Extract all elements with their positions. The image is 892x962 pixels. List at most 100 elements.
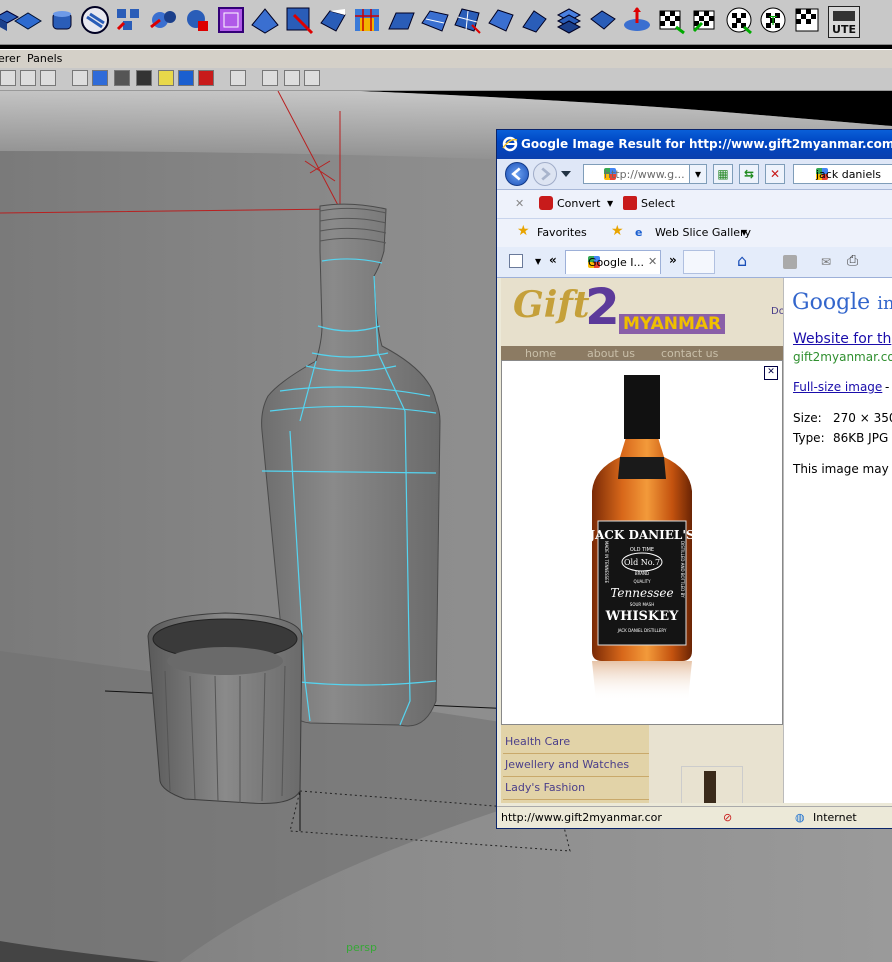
- ie-navigation-bar: http://www.g... ▾ ▦ ⇆ ✕ jack daniels: [497, 159, 892, 190]
- product-thumbnail[interactable]: [681, 766, 743, 803]
- poke-icon[interactable]: [588, 5, 618, 35]
- wireframe-on-shaded-icon[interactable]: [114, 70, 130, 86]
- page-content: Gift 2 MYANMAR Do home about us contact …: [501, 278, 892, 803]
- tab-google-images[interactable]: Google I... ✕: [565, 250, 661, 274]
- menu-link-lady-fashion[interactable]: Lady's Fashion: [503, 777, 649, 800]
- textured-icon[interactable]: [178, 70, 194, 86]
- ie-title-text: Google Image Result for http://www.gift2…: [521, 137, 892, 151]
- back-button[interactable]: [505, 162, 529, 186]
- add-favorite-icon[interactable]: ★: [611, 223, 624, 239]
- panel-menubar: erer Panels: [0, 49, 892, 68]
- split-polygon-icon[interactable]: [250, 5, 280, 35]
- convert-dropdown-icon[interactable]: ▼: [607, 199, 613, 208]
- isolate-select-icon[interactable]: [230, 70, 246, 86]
- xray-icon[interactable]: [136, 70, 152, 86]
- glass-model[interactable]: [147, 612, 303, 804]
- pdf-convert-icon: [539, 196, 553, 210]
- menu-link-jewellery[interactable]: Jewellery and Watches: [503, 754, 649, 777]
- ie-window[interactable]: Google Image Result for http://www.gift2…: [496, 129, 892, 829]
- subdivide-icon[interactable]: [452, 5, 482, 35]
- forward-button[interactable]: [533, 162, 557, 186]
- google-result-panel: Google in Website for th gift2myanmar.co…: [784, 278, 892, 803]
- search-text: jack daniels: [816, 168, 882, 181]
- grid-plane-icon[interactable]: [352, 5, 382, 35]
- refresh-icon[interactable]: ⇆: [739, 164, 759, 184]
- wedge-icon[interactable]: [520, 5, 550, 35]
- quick-tabs-icon[interactable]: [509, 254, 523, 268]
- tab-list-dropdown-icon[interactable]: ▼: [535, 257, 541, 266]
- site-nav-about[interactable]: about us: [587, 347, 635, 360]
- uv-checker-icon-2[interactable]: [724, 5, 754, 35]
- extrude-face-icon[interactable]: [318, 5, 348, 35]
- web-slice-gallery-link[interactable]: Web Slice Gallery: [655, 226, 751, 239]
- history-dropdown-icon[interactable]: [561, 171, 571, 177]
- merge-vertex-icon[interactable]: [622, 5, 652, 35]
- light-bulb-icon[interactable]: [158, 70, 174, 86]
- print-icon[interactable]: ⎙: [847, 253, 858, 269]
- stop-icon[interactable]: ✕: [765, 164, 785, 184]
- cylinder-poly-icon[interactable]: [13, 5, 43, 35]
- camera-icon[interactable]: [262, 70, 278, 86]
- privacy-icon[interactable]: ⊘: [723, 811, 732, 824]
- wireframe-shading-icon[interactable]: [72, 70, 88, 86]
- extract-icon[interactable]: [148, 5, 178, 35]
- site-side-link[interactable]: Do: [771, 306, 783, 317]
- new-tab-button[interactable]: [683, 250, 715, 274]
- sphere-poly-icon[interactable]: [47, 5, 77, 35]
- bevel-icon[interactable]: [486, 5, 516, 35]
- combine-icon[interactable]: [80, 5, 110, 35]
- ie-titlebar[interactable]: Google Image Result for http://www.gift2…: [497, 130, 892, 159]
- size-label: Size:: [793, 411, 822, 425]
- tab-close-icon[interactable]: ✕: [648, 255, 657, 268]
- site-nav-home[interactable]: home: [525, 347, 556, 360]
- uv-checker-icon-1[interactable]: [690, 5, 720, 35]
- source-site-frame: Gift 2 MYANMAR Do home about us contact …: [501, 278, 784, 803]
- select-button[interactable]: Select: [641, 197, 675, 210]
- image-plane-icon[interactable]: [20, 70, 36, 86]
- favorites-button[interactable]: Favorites: [537, 226, 587, 239]
- separate-icon[interactable]: [114, 5, 144, 35]
- fullsize-image-link[interactable]: Full-size image: [793, 380, 882, 394]
- wire-cube-icon[interactable]: [216, 5, 246, 35]
- feeds-icon[interactable]: [783, 255, 797, 269]
- grid-toggle-icon[interactable]: [0, 70, 16, 86]
- mail-icon[interactable]: ✉: [821, 255, 831, 269]
- menu-link-health-care[interactable]: Health Care: [503, 731, 649, 754]
- film-gate-icon[interactable]: [284, 70, 300, 86]
- uv-checker-icon-3[interactable]: T: [758, 5, 788, 35]
- append-poly-icon[interactable]: [420, 5, 450, 35]
- uv-checker-icon-5[interactable]: UTE: [828, 6, 860, 38]
- bridge-icon[interactable]: [386, 5, 416, 35]
- convert-button[interactable]: Convert: [557, 197, 601, 210]
- label-quality: QUALITY: [633, 579, 651, 584]
- address-dropdown-button[interactable]: ▾: [689, 164, 707, 184]
- compatibility-icon[interactable]: ▦: [713, 164, 733, 184]
- smooth-shading-icon[interactable]: [92, 70, 108, 86]
- tab-scroll-right-icon[interactable]: »: [669, 253, 677, 267]
- status-bar: http://www.gift2myanmar.cor ⊘ ◍ Internet: [497, 806, 892, 828]
- ie-logo-icon: [502, 136, 518, 152]
- ie-page-icon: e: [635, 226, 643, 239]
- website-link[interactable]: Website for th: [793, 331, 891, 347]
- select-icon: [623, 196, 637, 210]
- cut-faces-icon[interactable]: [554, 5, 584, 35]
- label-old-time: OLD TIME: [630, 547, 654, 553]
- smooth-icon[interactable]: [182, 5, 212, 35]
- uv-checker-icon-4[interactable]: [792, 5, 822, 35]
- image-note: This image may: [793, 462, 889, 476]
- menu-link-label: Lady's Fashion: [505, 781, 586, 794]
- transform-tool-icon[interactable]: [656, 5, 686, 35]
- menu-item-renderer[interactable]: erer: [0, 52, 20, 65]
- menu-item-panels[interactable]: Panels: [27, 52, 62, 65]
- tab-scroll-left-icon[interactable]: «: [549, 253, 557, 267]
- web-slice-dropdown-icon[interactable]: ▼: [741, 228, 747, 237]
- text-icon[interactable]: [40, 70, 56, 86]
- close-toolbar-icon[interactable]: ✕: [515, 197, 524, 210]
- site-nav-contact[interactable]: contact us: [661, 347, 718, 360]
- insert-edge-loop-icon[interactable]: [284, 5, 314, 35]
- shadows-icon[interactable]: [198, 70, 214, 86]
- camera-label: persp: [346, 941, 377, 954]
- home-icon[interactable]: ⌂: [737, 251, 747, 270]
- resolution-gate-icon[interactable]: [304, 70, 320, 86]
- search-input[interactable]: jack daniels: [793, 164, 892, 184]
